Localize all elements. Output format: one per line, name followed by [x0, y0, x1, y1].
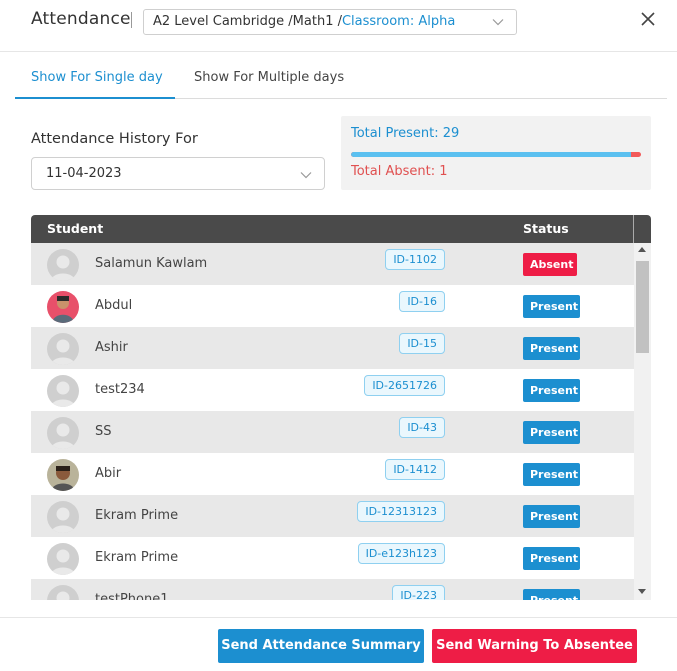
table-row: Ashir ID-15 Present [31, 327, 634, 369]
student-id-badge: ID-15 [399, 333, 445, 354]
attendance-modal: Attendance A2 Level Cambridge /Math1 /Cl… [0, 0, 677, 671]
student-name: Ekram Prime [95, 508, 179, 523]
student-name: Abir [95, 466, 122, 481]
title-divider [131, 12, 132, 28]
status-toggle-button[interactable]: Present [523, 421, 580, 444]
status-toggle-button[interactable]: Present [523, 589, 580, 600]
send-warning-button[interactable]: Send Warning To Absentee [432, 629, 637, 663]
student-id-badge: ID-12313123 [357, 501, 445, 522]
avatar [47, 543, 79, 575]
table-row: Ekram Prime ID-e123h123 Present [31, 537, 634, 579]
date-value: 11-04-2023 [46, 166, 122, 181]
class-selector[interactable]: A2 Level Cambridge /Math1 /Classroom: Al… [143, 9, 517, 35]
table-row: Abir ID-1412 Present [31, 453, 634, 495]
header-divider [633, 215, 634, 243]
student-name: test234 [95, 382, 145, 397]
history-label: Attendance History For [31, 131, 198, 147]
student-name: testPhone1 [95, 592, 169, 600]
avatar [47, 585, 79, 600]
chevron-down-icon [300, 172, 312, 179]
student-name: SS [95, 424, 112, 439]
status-toggle-button[interactable]: Present [523, 463, 580, 486]
student-name: Salamun Kawlam [95, 256, 208, 271]
date-picker[interactable]: 11-04-2023 [31, 157, 325, 190]
tab-single-day[interactable]: Show For Single day [31, 70, 163, 85]
status-toggle-button[interactable]: Present [523, 295, 580, 318]
table-row: Ekram Prime ID-12313123 Present [31, 495, 634, 537]
column-header-status: Status [523, 221, 569, 236]
breadcrumb-path: A2 Level Cambridge /Math1 / [153, 14, 342, 29]
table-header: Student Status [31, 215, 651, 243]
close-icon[interactable] [641, 12, 655, 26]
table-row: Abdul ID-16 Present [31, 285, 634, 327]
student-name: Abdul [95, 298, 133, 313]
breadcrumb-classroom: Classroom: Alpha [341, 14, 456, 29]
present-ratio-fill [351, 152, 632, 157]
status-toggle-button[interactable]: Present [523, 379, 580, 402]
avatar [47, 417, 79, 449]
student-name: Ekram Prime [95, 550, 179, 565]
avatar [47, 333, 79, 365]
table-row: Salamun Kawlam ID-1102 Absent [31, 243, 634, 285]
student-id-badge: ID-16 [399, 291, 445, 312]
avatar [47, 249, 79, 281]
total-absent: Total Absent: 1 [351, 164, 448, 179]
attendance-ratio-bar [351, 152, 641, 157]
student-id-badge: ID-223 [392, 585, 445, 600]
tab-multiple-days[interactable]: Show For Multiple days [194, 70, 344, 85]
scrollbar-thumb[interactable] [636, 261, 649, 353]
modal-title: Attendance [31, 9, 131, 29]
column-header-student: Student [47, 221, 104, 236]
student-name: Ashir [95, 340, 128, 355]
active-tab-indicator [15, 97, 175, 99]
tab-bar: Show For Single day Show For Multiple da… [15, 52, 667, 99]
table-body: Salamun Kawlam ID-1102 Absent Abdul ID-16 Pre… [31, 243, 634, 600]
modal-footer: Send Attendance Summary Send Warning To … [0, 617, 677, 671]
avatar [47, 291, 79, 323]
scroll-down-arrow-icon[interactable] [638, 589, 646, 594]
attendance-summary-panel: Total Present: 29 Total Absent: 1 [341, 116, 651, 190]
status-toggle-button[interactable]: Present [523, 337, 580, 360]
student-table: Student Status Salamun Kawlam ID-1102 Abse… [31, 215, 651, 600]
avatar [47, 501, 79, 533]
table-scrollbar[interactable] [634, 243, 651, 600]
avatar [47, 459, 79, 491]
student-id-badge: ID-e123h123 [357, 543, 445, 564]
status-toggle-button[interactable]: Absent [523, 253, 577, 276]
total-present: Total Present: 29 [351, 126, 460, 141]
table-row: SS ID-43 Present [31, 411, 634, 453]
send-attendance-summary-button[interactable]: Send Attendance Summary [218, 629, 424, 663]
avatar [47, 375, 79, 407]
scroll-up-arrow-icon[interactable] [638, 247, 646, 252]
student-id-badge: ID-2651726 [364, 375, 445, 396]
modal-header: Attendance A2 Level Cambridge /Math1 /Cl… [0, 0, 677, 52]
student-id-badge: ID-1412 [385, 459, 445, 480]
chevron-down-icon [492, 19, 504, 26]
student-id-badge: ID-43 [399, 417, 445, 438]
table-row: test234 ID-2651726 Present [31, 369, 634, 411]
student-id-badge: ID-1102 [385, 249, 445, 270]
status-toggle-button[interactable]: Present [523, 505, 580, 528]
status-toggle-button[interactable]: Present [523, 547, 580, 570]
table-row: testPhone1 ID-223 Present [31, 579, 634, 600]
